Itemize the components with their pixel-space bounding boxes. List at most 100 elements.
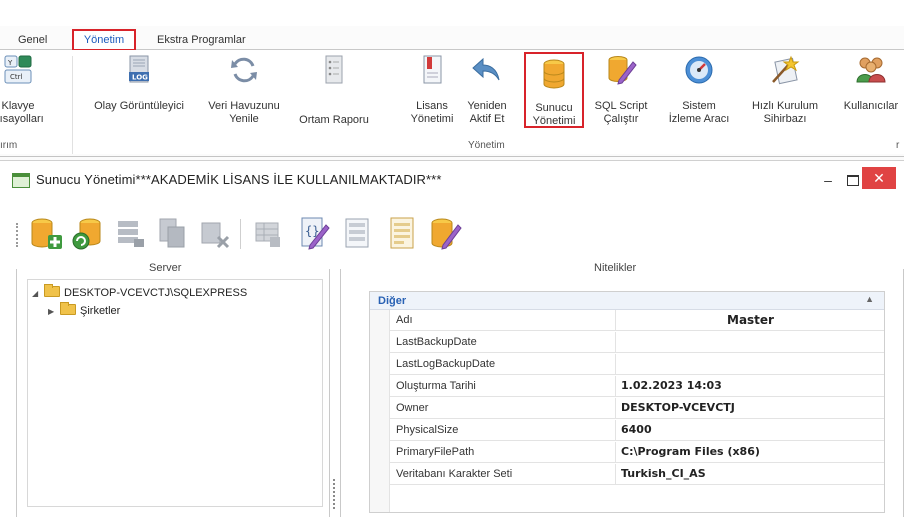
run-sql-script-button[interactable]: SQL Script Çalıştır [588, 50, 654, 138]
property-name: PhysicalSize [390, 420, 616, 441]
property-value[interactable]: Master [617, 310, 884, 331]
folder-open-icon [44, 284, 60, 297]
connect-database-icon[interactable] [70, 215, 106, 251]
tab-ekstra-programlar[interactable]: Ekstra Programlar [157, 31, 246, 49]
reactivate-icon [472, 57, 500, 81]
property-value[interactable]: DESKTOP-VCEVCTJ [617, 398, 884, 419]
property-row[interactable]: Adı Master [390, 310, 884, 331]
event-viewer-label: Olay Görüntüleyici [94, 100, 184, 112]
document-icon[interactable] [384, 215, 420, 251]
users-icon [856, 57, 886, 83]
toolbar-grip[interactable] [16, 223, 20, 247]
tab-yonetim[interactable]: Yönetim [72, 29, 136, 51]
users-button[interactable]: Kullanıcılar [838, 50, 904, 138]
property-category-label: Diğer [378, 295, 407, 307]
property-row[interactable]: LastBackupDate [390, 332, 884, 353]
property-row[interactable]: PrimaryFilePath C:\Program Files (x86) [390, 442, 884, 463]
wizard-icon [772, 55, 800, 85]
property-name: LastLogBackupDate [390, 354, 616, 375]
refresh-datapool-label: Veri Havuzunu Yenile [208, 100, 280, 125]
svg-text:LOG: LOG [132, 74, 148, 82]
tree-node-label: DESKTOP-VCEVCTJ\SQLEXPRESS [64, 287, 248, 299]
window-toolbar: {} [0, 205, 904, 259]
tree-collapse-arrow[interactable]: ▶ [48, 307, 60, 316]
maximize-button[interactable] [842, 169, 862, 191]
properties-panel-title: Nitelikler [590, 262, 641, 274]
properties-panel: Diğer ▲ Adı Master LastBackupDate LastLo… [340, 269, 904, 517]
property-value[interactable] [617, 332, 884, 353]
ribbon-tabs: Genel Yönetim Ekstra Programlar [0, 26, 904, 51]
property-grid: Diğer ▲ Adı Master LastBackupDate LastLo… [369, 291, 885, 513]
tree-expand-arrow[interactable]: ◢ [32, 289, 44, 298]
tree-node-server[interactable]: ◢ DESKTOP-VCEVCTJ\SQLEXPRESS [32, 284, 248, 299]
delete-database-icon[interactable] [196, 215, 232, 251]
property-row[interactable]: Oluşturma Tarihi 1.02.2023 14:03 [390, 376, 884, 397]
environment-report-label: Ortam Raporu [299, 114, 369, 126]
window-titlebar: Sunucu Yönetimi***AKADEMİK LİSANS İLE KU… [0, 161, 904, 205]
reactivate-button[interactable]: Yeniden Aktif Et [460, 50, 514, 138]
property-category[interactable]: Diğer ▲ [370, 292, 884, 310]
server-list-icon[interactable] [112, 215, 148, 251]
server-panel-title: Server [145, 262, 186, 274]
window-title: Sunucu Yönetimi***AKADEMİK LİSANS İLE KU… [36, 172, 442, 187]
server-management-window: Sunucu Yönetimi***AKADEMİK LİSANS İLE KU… [0, 160, 904, 517]
script-edit-icon[interactable]: {} [296, 215, 332, 251]
event-viewer-button[interactable]: LOG Olay Görüntüleyici [84, 50, 194, 138]
keyboard-icon: Y Ctrl [4, 55, 32, 84]
keyboard-shortcuts-button[interactable]: Y Ctrl Klavye Kısayolları [0, 50, 48, 138]
close-button[interactable]: ✕ [862, 167, 896, 189]
add-database-icon[interactable] [28, 215, 64, 251]
server-management-label: Sunucu Yönetimi [532, 102, 576, 127]
tree-node-label: Şirketler [80, 305, 121, 317]
ribbon: Genel Yönetim Ekstra Programlar Y Ctrl K… [0, 0, 904, 160]
property-row[interactable]: Owner DESKTOP-VCEVCTJ [390, 398, 884, 419]
keyboard-shortcuts-label: Klavye Kısayolları [0, 100, 44, 125]
system-monitor-button[interactable]: Sistem İzleme Aracı [662, 50, 736, 138]
server-tree: ◢ DESKTOP-VCEVCTJ\SQLEXPRESS ▶ Şirketler [27, 279, 323, 507]
reactivate-label: Yeniden Aktif Et [467, 100, 507, 125]
svg-text:Ctrl: Ctrl [10, 73, 23, 81]
property-row[interactable]: PhysicalSize 6400 [390, 420, 884, 441]
ribbon-body: Y Ctrl Klavye Kısayolları LOG Olay Görün… [0, 50, 904, 154]
property-value[interactable]: 1.02.2023 14:03 [617, 376, 884, 397]
list-icon[interactable] [340, 215, 376, 251]
property-value[interactable]: Turkish_CI_AS [617, 464, 884, 485]
property-row[interactable]: LastLogBackupDate [390, 354, 884, 375]
ribbon-top-strip [0, 0, 904, 26]
toolbar-separator [240, 219, 241, 249]
license-icon [423, 55, 442, 84]
server-management-button[interactable]: Sunucu Yönetimi [524, 52, 584, 128]
database-copy-icon[interactable] [154, 215, 190, 251]
system-monitor-label: Sistem İzleme Aracı [668, 100, 730, 125]
gauge-icon [685, 56, 713, 84]
tree-node-sirketler[interactable]: ▶ Şirketler [48, 302, 121, 317]
log-icon: LOG [129, 55, 149, 83]
property-row[interactable]: Veritabanı Karakter Seti Turkish_CI_AS [390, 464, 884, 485]
property-name: LastBackupDate [390, 332, 616, 353]
refresh-datapool-button[interactable]: Veri Havuzunu Yenile [198, 50, 290, 138]
quick-setup-wizard-button[interactable]: Hızlı Kurulum Sihirbazı [742, 50, 828, 138]
environment-report-button[interactable]: Ortam Raporu [294, 50, 374, 138]
collapse-icon[interactable]: ▲ [865, 294, 874, 304]
run-sql-script-label: SQL Script Çalıştır [594, 100, 648, 125]
property-name: Adı [390, 310, 616, 331]
group-divider [72, 56, 73, 154]
property-value[interactable]: 6400 [617, 420, 884, 441]
panel-splitter[interactable] [333, 479, 337, 509]
tab-genel[interactable]: Genel [18, 31, 47, 49]
group-label-partial-left: ırım [0, 140, 18, 151]
minimize-button[interactable]: – [818, 169, 838, 191]
database-icon [543, 59, 565, 89]
sql-script-icon[interactable] [428, 215, 464, 251]
table-icon[interactable] [250, 215, 286, 251]
license-management-button[interactable]: Lisans Yönetimi [408, 50, 456, 138]
folder-icon [60, 302, 76, 315]
svg-text:Y: Y [7, 59, 13, 67]
property-value[interactable]: C:\Program Files (x86) [617, 442, 884, 463]
property-name: Veritabanı Karakter Seti [390, 464, 616, 485]
group-label-partial-right: r [896, 140, 900, 151]
property-name: Owner [390, 398, 616, 419]
server-panel: ◢ DESKTOP-VCEVCTJ\SQLEXPRESS ▶ Şirketler [16, 269, 330, 517]
property-grid-margin [370, 310, 390, 512]
property-value[interactable] [617, 354, 884, 375]
